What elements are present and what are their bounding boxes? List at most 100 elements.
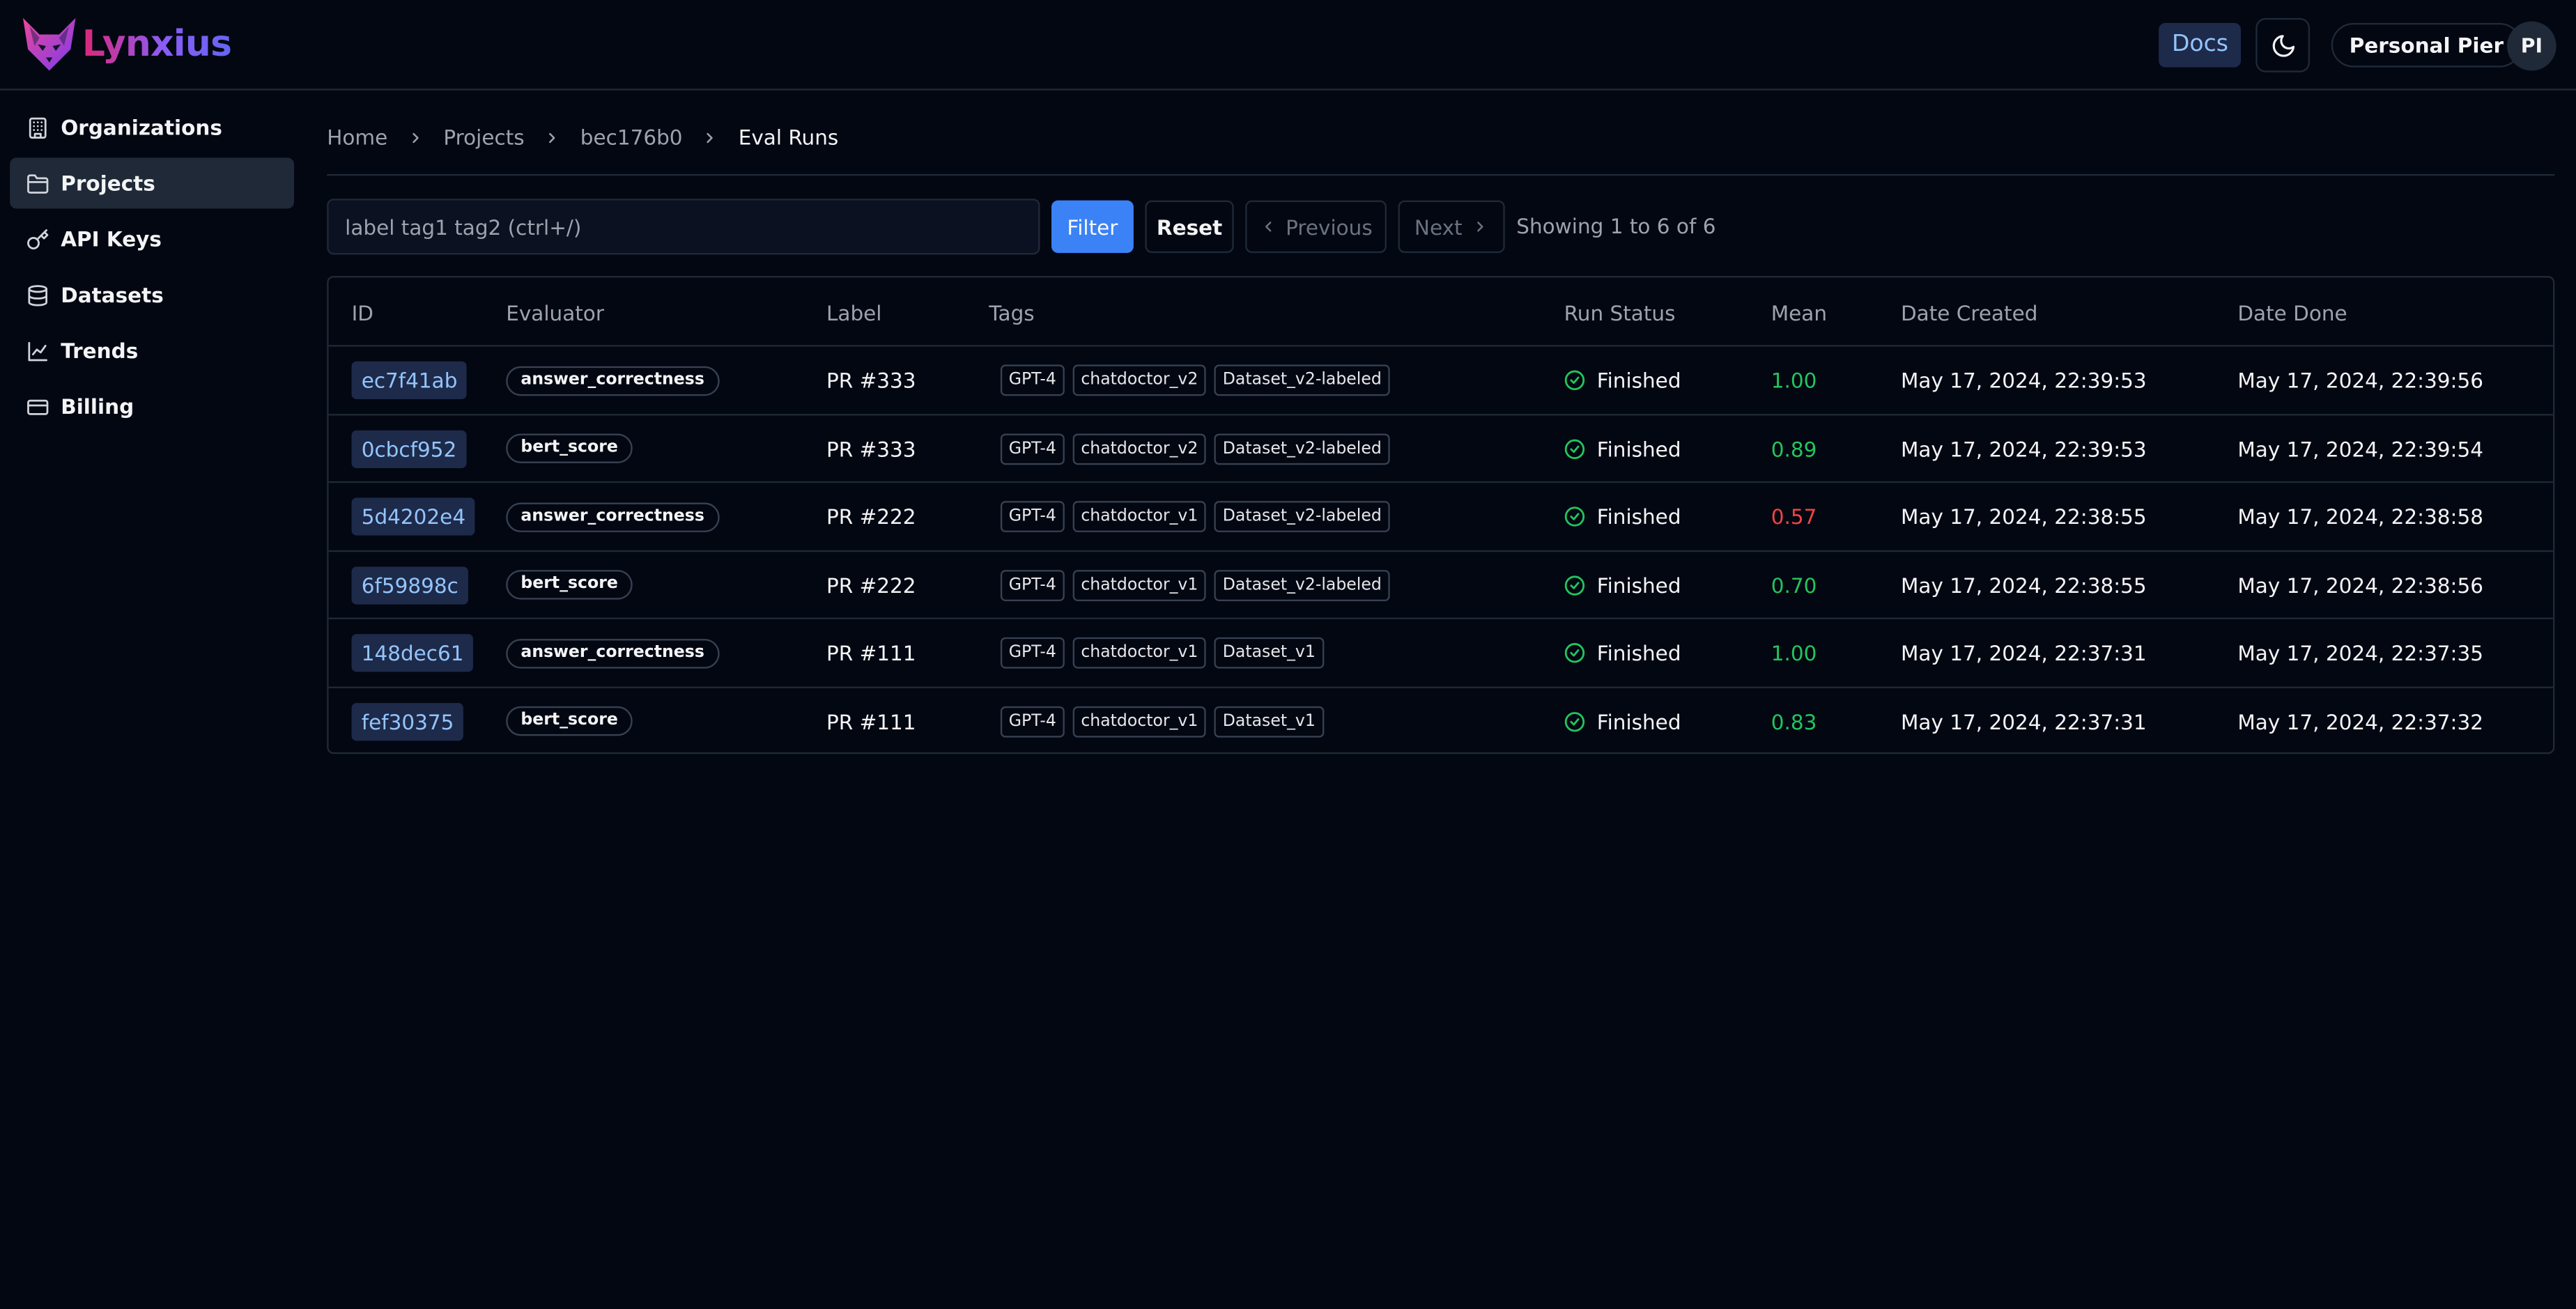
breadcrumb-current: Eval Runs (738, 125, 839, 150)
column-header-date-created[interactable]: Date Created (1901, 300, 2037, 325)
breadcrumb-project-id[interactable]: bec176b0 (580, 125, 683, 149)
check-circle-icon (1564, 438, 1585, 458)
tags-cell: GPT-4 chatdoctor_v1 Dataset_v2-labeled (1000, 551, 1398, 619)
run-status-text: Finished (1596, 504, 1681, 529)
date-done: May 17, 2024, 22:38:58 (2237, 504, 2483, 529)
mean-value: 0.57 (1771, 504, 1817, 529)
table-row[interactable]: 5d4202e4 answer_correctness PR #222 GPT-… (328, 483, 2554, 552)
check-circle-icon (1564, 575, 1585, 595)
sidebar-item-projects[interactable]: Projects (10, 157, 295, 209)
logo[interactable]: Lynxius (20, 17, 232, 72)
run-id-chip[interactable]: fef30375 (351, 702, 464, 741)
check-circle-icon (1564, 643, 1585, 663)
building-icon (29, 116, 47, 138)
sidebar-item-api-keys[interactable]: API Keys (10, 214, 294, 265)
table-row[interactable]: 6f59898c bert_score PR #222 GPT-4 chatdoc… (328, 551, 2554, 619)
date-done: May 17, 2024, 22:37:35 (2237, 640, 2483, 665)
tag-chip: chatdoctor_v1 (1072, 501, 1207, 532)
eval-runs-table: ID Evaluator Label Tags Run Status Mean … (327, 276, 2555, 754)
table-row[interactable]: ec7f41ab answer_correctness PR #333 GPT-… (328, 346, 2554, 415)
column-header-tags[interactable]: Tags (989, 300, 1034, 325)
run-id-chip[interactable]: 6f59898c (351, 566, 468, 604)
reset-button[interactable]: Reset (1145, 200, 1234, 254)
search-input[interactable] (327, 199, 1040, 255)
date-done: May 17, 2024, 22:37:32 (2237, 708, 2483, 734)
chevron-left-icon (1265, 222, 1271, 232)
next-page-button[interactable]: Next (1398, 200, 1505, 254)
sidebar-item-trends[interactable]: Trends (10, 325, 294, 376)
tags-cell: GPT-4 chatdoctor_v1 Dataset_v1 (1000, 619, 1332, 687)
date-created: May 17, 2024, 22:39:53 (1900, 368, 2147, 393)
breadcrumb-projects[interactable]: Projects (443, 125, 524, 149)
evaluator-badge: bert_score (506, 706, 633, 736)
credit-card-icon (27, 398, 49, 415)
tag-chip: Dataset_v1 (1214, 637, 1324, 669)
tag-chip: GPT-4 (1000, 568, 1065, 601)
date-created: May 17, 2024, 22:37:31 (1900, 708, 2147, 734)
theme-toggle-button[interactable] (2255, 17, 2311, 72)
tag-chip: chatdoctor_v2 (1072, 364, 1207, 396)
tag-chip: Dataset_v1 (1214, 705, 1324, 737)
tag-chip: GPT-4 (1000, 433, 1065, 465)
date-created: May 17, 2024, 22:38:55 (1900, 504, 2147, 529)
sidebar-item-label: Datasets (61, 282, 164, 307)
sidebar-item-organizations[interactable]: Organizations (10, 102, 294, 153)
run-id-chip[interactable]: ec7f41ab (351, 361, 468, 399)
avatar[interactable]: PI (2507, 21, 2556, 71)
run-label: PR #111 (826, 640, 916, 665)
run-status-text: Finished (1596, 572, 1681, 598)
run-label: PR #222 (826, 572, 916, 598)
table-row[interactable]: fef30375 bert_score PR #111 GPT-4 chatdoc… (329, 688, 2553, 752)
sidebar-item-datasets[interactable]: Datasets (10, 270, 294, 320)
check-circle-icon (1564, 506, 1585, 527)
previous-page-button[interactable]: Previous (1245, 200, 1387, 254)
evaluator-badge: answer_correctness (506, 365, 720, 396)
docs-button[interactable]: Docs (2159, 23, 2242, 68)
check-circle-icon (1564, 370, 1585, 391)
next-label: Next (1414, 214, 1463, 240)
breadcrumb: Home Projects bec176b0 Eval Runs (327, 125, 838, 149)
tags-cell: GPT-4 chatdoctor_v1 Dataset_v1 (1000, 688, 1332, 752)
tags-cell: GPT-4 chatdoctor_v1 Dataset_v2-labeled (1000, 483, 1398, 550)
run-id-chip[interactable]: 5d4202e4 (351, 497, 476, 536)
moon-icon (2272, 34, 2294, 56)
sidebar-item-billing[interactable]: Billing (10, 381, 294, 432)
tag-chip: Dataset_v2-labeled (1214, 568, 1390, 601)
column-header-label[interactable]: Label (826, 300, 882, 325)
column-header-date-done[interactable]: Date Done (2237, 300, 2347, 325)
column-header-id[interactable]: ID (352, 300, 373, 325)
column-header-run-status[interactable]: Run Status (1564, 300, 1676, 325)
evaluator-badge: answer_correctness (506, 638, 720, 668)
sidebar-item-label: Billing (61, 394, 134, 419)
tag-chip: Dataset_v2-labeled (1214, 433, 1390, 465)
date-done: May 17, 2024, 22:38:56 (2237, 572, 2483, 598)
mean-value: 0.89 (1771, 435, 1817, 461)
date-created: May 17, 2024, 22:38:55 (1900, 572, 2147, 598)
chevron-right-icon (1477, 222, 1483, 232)
brand-name: Lynxius (82, 24, 232, 65)
table-row[interactable]: 0cbcf952 bert_score PR #333 GPT-4 chatdoc… (328, 415, 2554, 483)
run-label: PR #222 (826, 504, 916, 529)
chevron-right-icon (549, 132, 555, 142)
tag-chip: GPT-4 (1000, 637, 1065, 669)
run-id-chip[interactable]: 0cbcf952 (351, 429, 467, 467)
key-icon (27, 228, 49, 249)
sidebar-item-label: Trends (61, 338, 139, 364)
table-row[interactable]: 148dec61 answer_correctness PR #111 GPT-… (328, 619, 2554, 688)
run-status-text: Finished (1596, 368, 1681, 393)
tags-cell: GPT-4 chatdoctor_v2 Dataset_v2-labeled (1000, 415, 1398, 482)
previous-label: Previous (1286, 214, 1373, 240)
date-done: May 17, 2024, 22:39:56 (2237, 368, 2483, 393)
breadcrumb-home[interactable]: Home (327, 125, 387, 149)
pagination-summary: Showing 1 to 6 of 6 (1516, 213, 1716, 238)
column-header-evaluator[interactable]: Evaluator (506, 300, 604, 325)
run-id-chip[interactable]: 148dec61 (351, 634, 474, 672)
tag-chip: chatdoctor_v1 (1072, 568, 1207, 601)
column-header-mean[interactable]: Mean (1771, 300, 1827, 325)
folder-icon (27, 173, 49, 193)
date-done: May 17, 2024, 22:39:54 (2237, 435, 2483, 461)
sidebar-item-label: API Keys (61, 226, 162, 251)
chevron-right-icon (707, 132, 714, 142)
user-menu-button[interactable]: Personal Pier (2331, 23, 2522, 68)
filter-button[interactable]: Filter (1051, 200, 1134, 254)
